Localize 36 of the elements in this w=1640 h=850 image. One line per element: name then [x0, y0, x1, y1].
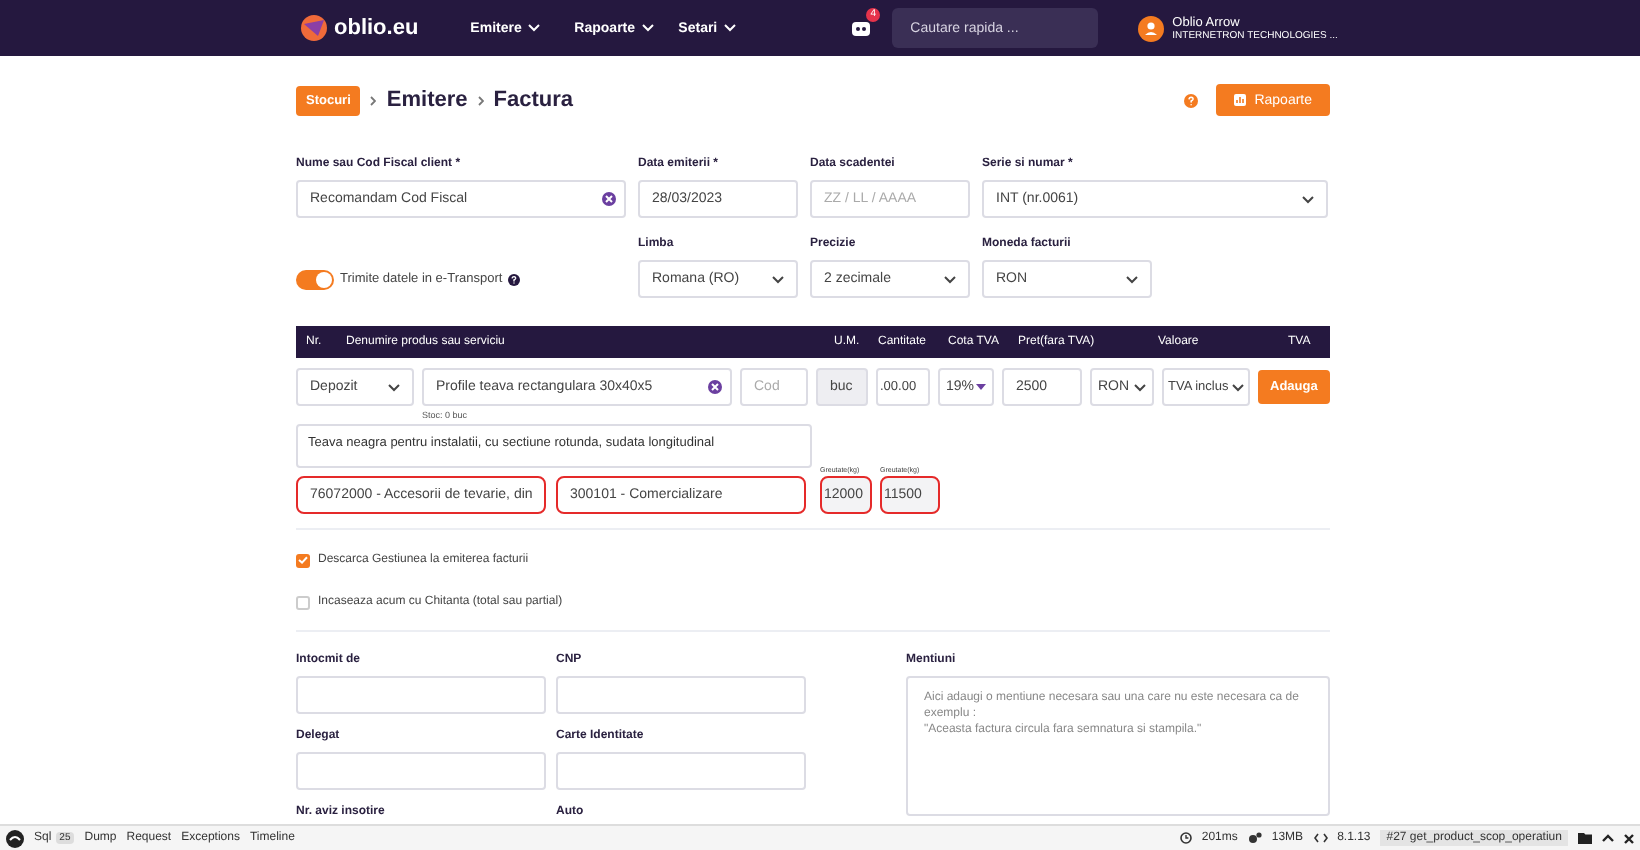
caret-icon — [1134, 383, 1146, 391]
logo-icon — [300, 14, 328, 42]
logo-text[interactable]: oblio.eu — [334, 16, 419, 40]
caret-icon — [944, 275, 956, 283]
folder-icon[interactable] — [1578, 832, 1592, 844]
clock-icon — [1179, 832, 1192, 844]
avatar-icon[interactable] — [1138, 15, 1165, 41]
close-icon[interactable] — [1624, 833, 1634, 843]
triangle-icon — [976, 384, 986, 390]
robot-icon[interactable] — [850, 18, 873, 38]
caret-icon — [723, 24, 736, 32]
caret-icon — [772, 275, 784, 283]
caret-icon — [641, 24, 654, 32]
breadcrumb-item: Emitere — [386, 88, 468, 112]
caret-icon — [388, 383, 400, 391]
checkbox[interactable] — [296, 595, 310, 609]
input-field[interactable] — [296, 752, 546, 790]
gears-icon — [1247, 832, 1262, 844]
chevron-icon — [370, 95, 377, 105]
clear-icon[interactable] — [708, 380, 722, 394]
input-field[interactable] — [556, 752, 806, 790]
clear-icon[interactable] — [602, 192, 616, 206]
logo-icon[interactable] — [6, 829, 24, 847]
caret-icon — [1302, 195, 1314, 203]
toggle-switch[interactable] — [296, 269, 334, 289]
chevron-icon — [477, 95, 484, 105]
help-icon[interactable] — [508, 273, 521, 285]
breadcrumb-item: Factura — [493, 88, 574, 112]
caret-icon — [1232, 383, 1244, 391]
caret-icon — [527, 24, 540, 32]
code-icon — [1313, 832, 1328, 844]
chart-icon — [1234, 94, 1247, 106]
caret-up-icon[interactable] — [1602, 834, 1614, 842]
caret-icon — [1126, 275, 1138, 283]
input-field[interactable] — [296, 676, 546, 714]
input-field[interactable] — [556, 676, 806, 714]
